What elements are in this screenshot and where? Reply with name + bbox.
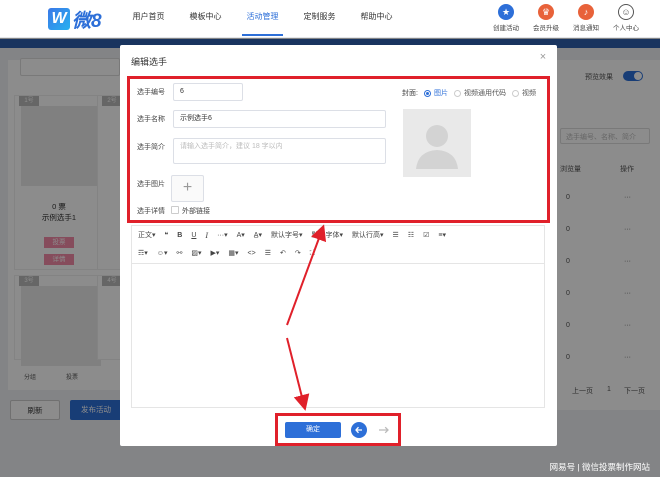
arrow-to-form (286, 224, 327, 326)
arrow-to-footer (286, 337, 310, 411)
watermark-text: 网易号 | 微信投票制作网站 (549, 462, 650, 472)
annotation-arrows (286, 224, 327, 411)
